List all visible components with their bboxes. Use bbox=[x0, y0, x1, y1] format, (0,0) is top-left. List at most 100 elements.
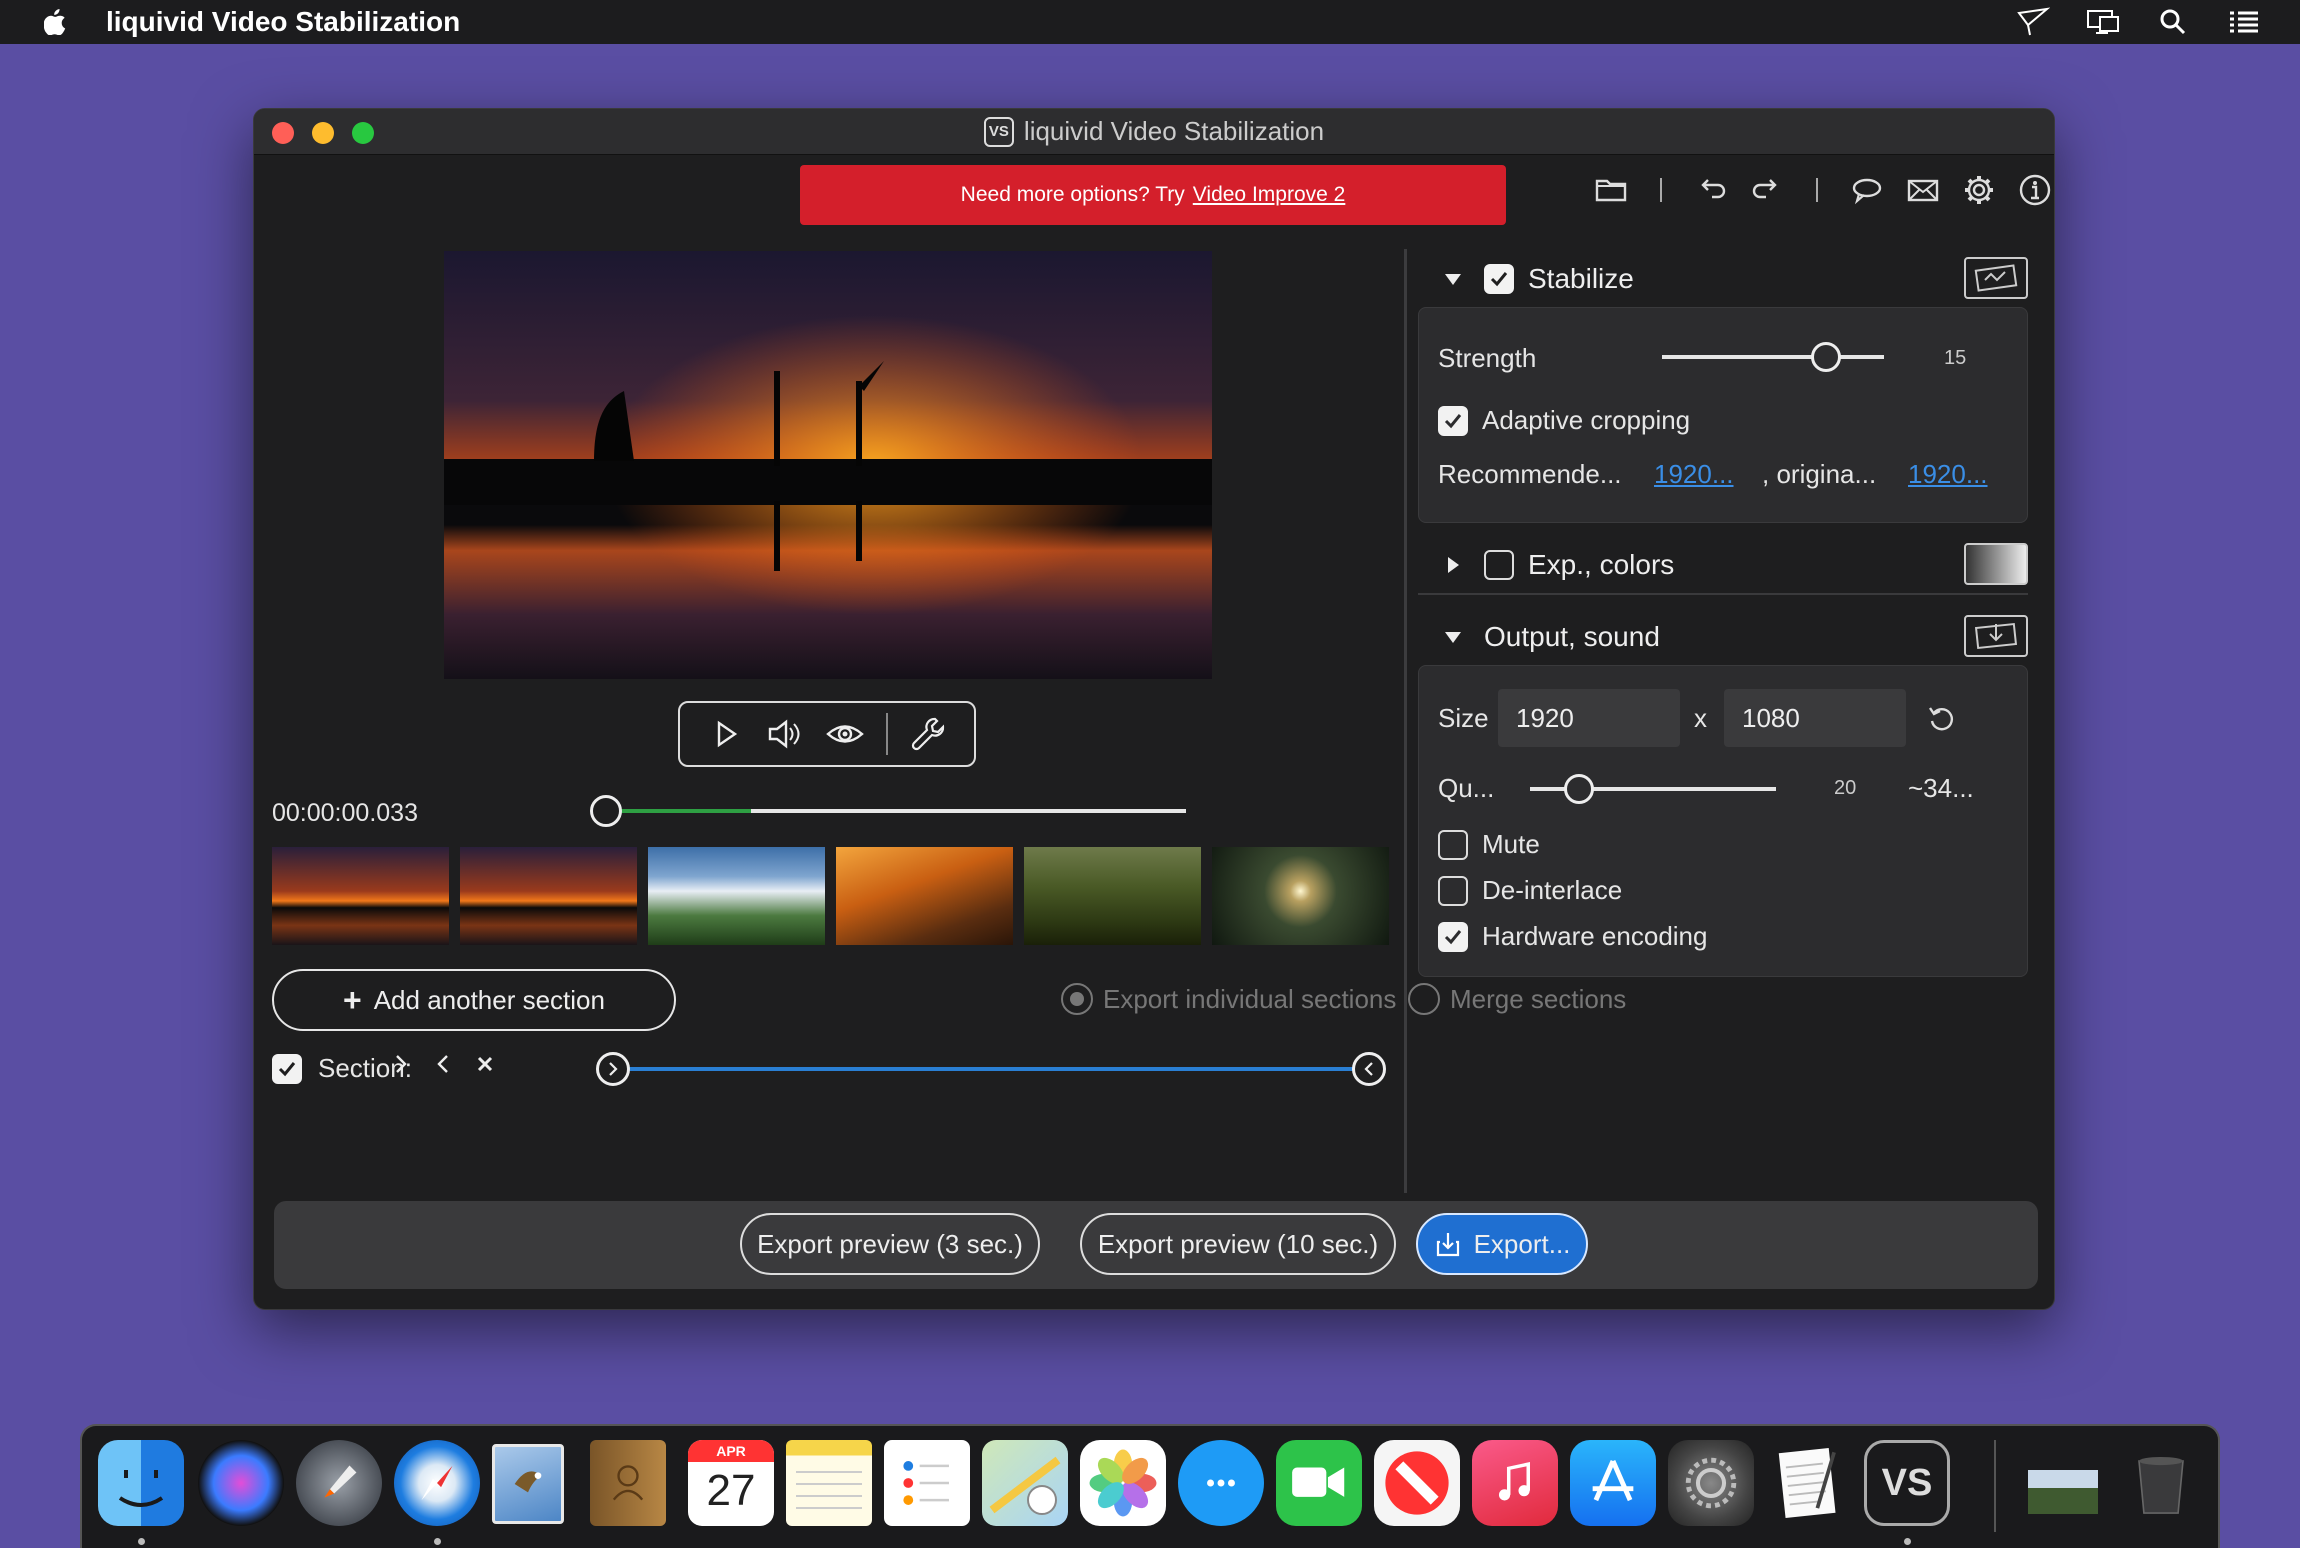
export-preview-3-button[interactable]: Export preview (3 sec.) bbox=[740, 1213, 1040, 1275]
undo-icon[interactable] bbox=[1694, 173, 1728, 207]
add-section-button[interactable]: + Add another section bbox=[272, 969, 676, 1031]
maps-icon[interactable] bbox=[982, 1440, 1068, 1526]
facetime-icon[interactable] bbox=[1276, 1440, 1362, 1526]
mute-checkbox[interactable] bbox=[1438, 829, 1468, 860]
eye-icon[interactable] bbox=[826, 715, 864, 753]
stabilize-checkbox[interactable] bbox=[1484, 264, 1514, 294]
vs-app-icon[interactable]: VS bbox=[1864, 1440, 1950, 1526]
quality-label: Qu... bbox=[1438, 773, 1495, 803]
system-preferences-icon[interactable] bbox=[1668, 1440, 1754, 1526]
hardware-encoding-row[interactable]: Hardware encoding bbox=[1438, 921, 1707, 952]
close-icon[interactable] bbox=[474, 1053, 496, 1075]
spotlight-search-icon[interactable] bbox=[2156, 7, 2190, 37]
trash-icon[interactable] bbox=[2118, 1440, 2204, 1526]
merge-sections-label: Merge sections bbox=[1450, 983, 1627, 1014]
notes-icon[interactable] bbox=[786, 1440, 872, 1526]
export-button[interactable]: Export... bbox=[1416, 1213, 1588, 1275]
deinterlace-checkbox[interactable] bbox=[1438, 875, 1468, 906]
reminders-icon[interactable] bbox=[884, 1440, 970, 1526]
airplay-icon[interactable] bbox=[2016, 7, 2050, 37]
photos-icon[interactable] bbox=[1080, 1440, 1166, 1526]
maximize-window-button[interactable] bbox=[352, 122, 374, 144]
section-end-handle[interactable] bbox=[1352, 1052, 1386, 1086]
strength-slider[interactable] bbox=[1662, 342, 1884, 372]
section-range-slider[interactable] bbox=[596, 1052, 1386, 1086]
apple-icon[interactable] bbox=[44, 9, 66, 35]
title-bar: VS liquivid Video Stabilization bbox=[254, 109, 2054, 155]
close-window-button[interactable] bbox=[272, 122, 294, 144]
wrench-icon[interactable] bbox=[909, 715, 947, 753]
video-preview[interactable] bbox=[444, 251, 1212, 679]
calendar-icon[interactable]: APR 27 bbox=[688, 1440, 774, 1526]
messages-icon[interactable] bbox=[1178, 1440, 1264, 1526]
export-individual-option[interactable]: Export individual sections bbox=[1061, 983, 1396, 1015]
stabilize-header[interactable]: Stabilize bbox=[1422, 251, 2028, 307]
exp-colors-gradient-icon bbox=[1964, 543, 2028, 585]
news-icon[interactable] bbox=[1374, 1440, 1460, 1526]
merge-sections-option[interactable]: Merge sections bbox=[1408, 983, 1626, 1015]
music-icon[interactable] bbox=[1472, 1440, 1558, 1526]
redo-icon[interactable] bbox=[1750, 173, 1784, 207]
safari-icon[interactable] bbox=[394, 1440, 480, 1526]
playback-timeline[interactable] bbox=[590, 795, 1186, 827]
section-checkbox[interactable] bbox=[272, 1053, 302, 1084]
recommended-size-link[interactable]: 1920... bbox=[1654, 459, 1734, 490]
mute-row[interactable]: Mute bbox=[1438, 829, 1540, 860]
deinterlace-row[interactable]: De-interlace bbox=[1438, 875, 1622, 906]
thumbnail[interactable] bbox=[836, 847, 1013, 945]
merge-sections-radio[interactable] bbox=[1408, 983, 1440, 1015]
thumbnail[interactable] bbox=[1024, 847, 1201, 945]
quality-slider-handle[interactable] bbox=[1564, 774, 1595, 804]
display-icon[interactable] bbox=[2086, 7, 2120, 37]
promo-link[interactable]: Video Improve 2 bbox=[1193, 183, 1346, 207]
chevron-right-icon[interactable] bbox=[390, 1053, 412, 1075]
original-size-link[interactable]: 1920... bbox=[1908, 459, 1988, 490]
disclosure-down-icon[interactable] bbox=[1444, 628, 1462, 646]
launchpad-icon[interactable] bbox=[296, 1440, 382, 1526]
hardware-encoding-checkbox[interactable] bbox=[1438, 921, 1468, 952]
thumbnail[interactable] bbox=[272, 847, 449, 945]
mail-icon[interactable] bbox=[1906, 173, 1940, 207]
output-export-icon bbox=[1964, 615, 2028, 657]
quality-slider[interactable] bbox=[1530, 774, 1776, 804]
output-sound-header[interactable]: Output, sound bbox=[1422, 609, 2028, 665]
finder-icon[interactable] bbox=[98, 1440, 184, 1526]
folder-icon[interactable] bbox=[1594, 173, 1628, 207]
width-field[interactable]: 1920 bbox=[1498, 689, 1680, 747]
export-preview-10-button[interactable]: Export preview (10 sec.) bbox=[1080, 1213, 1396, 1275]
adaptive-cropping-row[interactable]: Adaptive cropping bbox=[1438, 405, 1690, 436]
minimize-window-button[interactable] bbox=[312, 122, 334, 144]
size-label: Size bbox=[1438, 703, 1489, 733]
app-store-icon[interactable] bbox=[1570, 1440, 1656, 1526]
adaptive-cropping-checkbox[interactable] bbox=[1438, 405, 1468, 436]
panel-divider[interactable] bbox=[1404, 249, 1407, 1193]
contacts-icon[interactable] bbox=[590, 1440, 666, 1526]
playhead-handle[interactable] bbox=[590, 795, 622, 827]
disclosure-down-icon[interactable] bbox=[1444, 270, 1462, 288]
dock-running-indicator bbox=[434, 1538, 441, 1545]
exp-colors-header[interactable]: Exp., colors bbox=[1422, 537, 2028, 593]
thumbnail-strip[interactable] bbox=[272, 847, 1389, 945]
gear-icon[interactable] bbox=[1962, 173, 1996, 207]
reset-size-icon[interactable] bbox=[1926, 703, 1958, 735]
height-field[interactable]: 1080 bbox=[1724, 689, 1906, 747]
downloads-stack-icon[interactable] bbox=[2020, 1440, 2106, 1526]
thumbnail[interactable] bbox=[648, 847, 825, 945]
thumbnail[interactable] bbox=[1212, 847, 1389, 945]
disclosure-right-icon[interactable] bbox=[1444, 556, 1462, 574]
volume-icon[interactable] bbox=[766, 715, 804, 753]
mail-app-icon[interactable] bbox=[492, 1444, 564, 1524]
play-icon[interactable] bbox=[707, 715, 745, 753]
speech-bubble-icon[interactable] bbox=[1850, 173, 1884, 207]
chevron-left-icon[interactable] bbox=[432, 1053, 454, 1075]
siri-icon[interactable] bbox=[198, 1440, 284, 1526]
exp-colors-checkbox[interactable] bbox=[1484, 550, 1514, 580]
player-controls bbox=[678, 701, 976, 767]
control-center-icon[interactable] bbox=[2226, 7, 2260, 37]
menubar-app-name[interactable]: liquivid Video Stabilization bbox=[106, 6, 460, 38]
section-start-handle[interactable] bbox=[596, 1052, 630, 1086]
info-icon[interactable] bbox=[2018, 173, 2052, 207]
export-individual-radio[interactable] bbox=[1061, 983, 1093, 1015]
textedit-icon[interactable] bbox=[1766, 1440, 1852, 1526]
thumbnail[interactable] bbox=[460, 847, 637, 945]
